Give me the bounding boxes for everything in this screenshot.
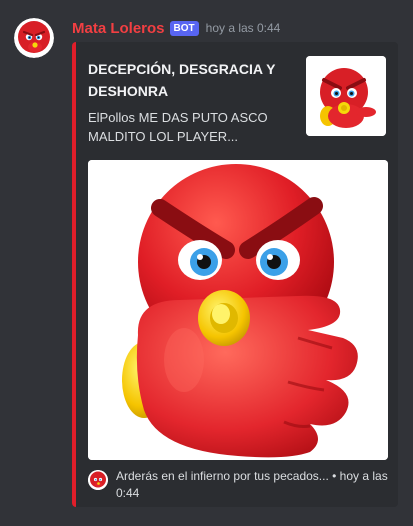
embed-footer-text: Arderás en el infierno por tus pecados..… xyxy=(116,469,388,500)
embed-card: DECEPCIÓN, DESGRACIA Y DESHONRA ElPollos… xyxy=(72,42,398,507)
username[interactable]: Mata Loleros xyxy=(72,20,165,37)
message-timestamp[interactable]: hoy a las 0:44 xyxy=(206,21,281,35)
message-header: Mata Loleros BOT hoy a las 0:44 xyxy=(72,18,280,38)
angry-red-emoji-icon xyxy=(88,470,108,490)
embed-title: DECEPCIÓN, DESGRACIA Y DESHONRA xyxy=(88,61,276,99)
chat-message: Mata Loleros BOT hoy a las 0:44 DECEPCIÓ… xyxy=(0,0,413,526)
angry-red-emoji-pointing-icon[interactable] xyxy=(306,56,386,136)
embed-description: ElPollos ME DAS PUTO ASCO MALDITO LOL PL… xyxy=(88,110,268,144)
angry-red-emoji-icon[interactable] xyxy=(14,18,54,58)
embed-footer: Arderás en el infierno por tus pecados..… xyxy=(88,468,388,502)
angry-red-emoji-pointing-icon[interactable] xyxy=(88,160,388,460)
bot-badge: BOT xyxy=(169,20,199,36)
